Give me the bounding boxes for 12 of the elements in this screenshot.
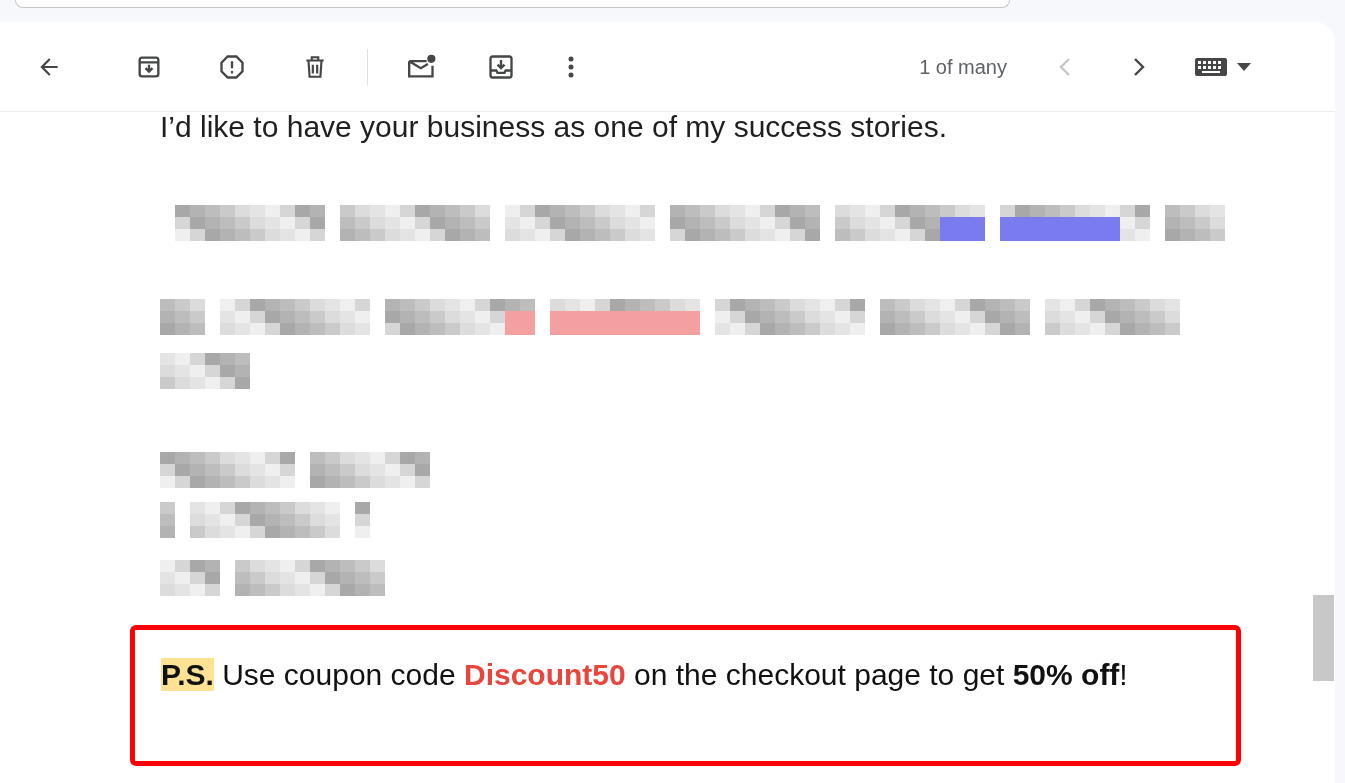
- scrollbar-thumb[interactable]: [1313, 595, 1334, 681]
- mail-dot-icon: [406, 52, 438, 81]
- message-counter: 1 of many: [919, 54, 1007, 80]
- chevron-left-icon: [1059, 56, 1071, 77]
- chevron-right-icon: [1133, 56, 1145, 77]
- postscript-text: P.S. Use coupon code Discount50 on the checkout page to get 50% off!: [161, 657, 1129, 693]
- inbox-download-icon: [487, 52, 515, 81]
- dropdown-caret-icon: [1237, 62, 1251, 71]
- keyboard-icon: [1195, 56, 1227, 77]
- more-vertical-icon: [568, 54, 574, 79]
- body-text: I’d like to have your business as one of my success stories.: [160, 109, 949, 145]
- report-spam-icon: [218, 52, 246, 81]
